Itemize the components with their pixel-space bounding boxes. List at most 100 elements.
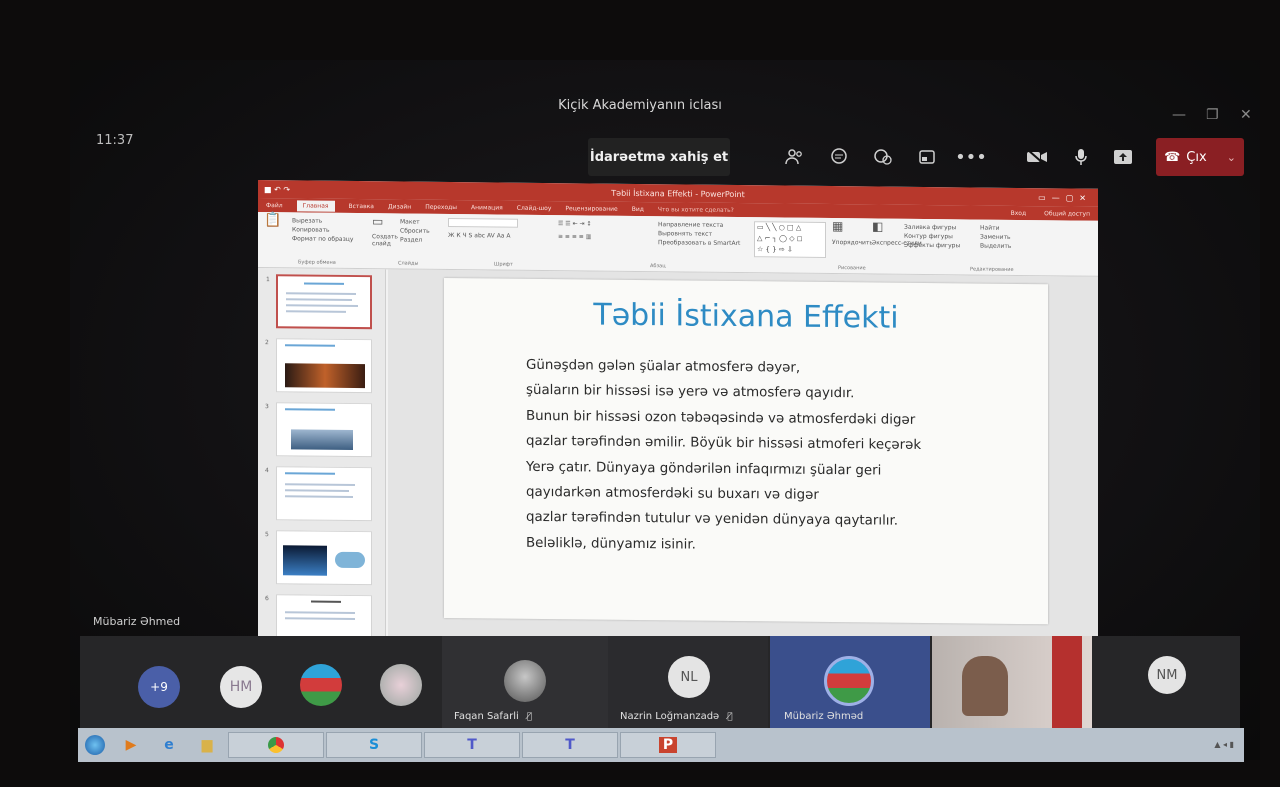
mic-off-icon: 🎙̸ [727,712,733,722]
participant-name: Faqan Safarli 🎙̸ [454,711,533,722]
slide-number: 3 [265,403,269,411]
meeting-title: Kiçik Akademiyanın iclası [558,98,722,113]
slide-editor[interactable]: Təbii İstixana Effekti Günəşdən gələn şü… [388,269,1098,647]
save-icon[interactable]: ■ ↶ ↷ [264,185,290,194]
ppt-window-controls[interactable]: ▭—▢✕ [1038,193,1092,203]
skype-taskbar-button[interactable]: S [326,732,422,758]
participant-tile[interactable]: Faqan Safarli 🎙̸ [442,636,608,728]
tab-home[interactable]: Главная [296,199,335,212]
thumb-image [335,551,365,569]
slide-thumbnail[interactable]: 4 [265,466,372,522]
slide-number: 2 [265,339,269,347]
participant-avatar[interactable]: HM [220,666,262,708]
tab-file[interactable]: Файл [266,202,283,209]
close-icon[interactable]: ✕ [1240,107,1252,123]
start-icon[interactable] [78,732,112,758]
participant-video-tile[interactable] [932,636,1092,728]
tab-transitions[interactable]: Переходы [425,203,457,210]
participant-video [962,656,1008,716]
list-buttons[interactable]: ☰ ☰ ⇤ ⇥ ↕ [558,219,591,228]
request-control-button[interactable]: İdarəetmə xahiş et [588,138,730,176]
clipboard-commands: Вырезать Копировать Формат по образцу [292,216,353,244]
explorer-icon[interactable]: ▆ [188,732,226,758]
chevron-down-icon[interactable]: ⌄ [1227,151,1236,164]
paragraph-group: ☰ ☰ ⇤ ⇥ ↕ ≡ ≡ ≡ ≡ ▥ [558,219,591,241]
replace-button[interactable]: Заменить [980,233,1011,242]
media-player-icon[interactable]: ▶ [112,732,150,758]
format-painter-button[interactable]: Формат по образцу [292,234,353,244]
participant-tile[interactable]: NL Nazrin Loğmanzadə 🎙̸ [608,636,768,728]
paste-icon[interactable]: 📋 [264,212,281,234]
restore-icon[interactable]: ❐ [1206,107,1219,123]
active-speaker-tile[interactable]: Mübariz Əhməd [770,636,930,728]
section-button[interactable]: Раздел [400,235,430,244]
tab-slideshow[interactable]: Слайд-шоу [517,204,552,211]
more-participants-badge[interactable]: +9 [138,666,180,708]
participant-photo-avatar[interactable] [380,664,422,706]
new-slide-icon: ▭ [372,214,384,229]
thumb-text-line [286,304,358,308]
drawing-group-label: Рисование [838,265,866,272]
slide-thumbnail[interactable]: 2 [265,338,372,394]
select-button[interactable]: Выделить [980,242,1011,251]
microphone-icon[interactable] [1064,138,1098,176]
people-icon[interactable] [778,138,812,176]
chrome-taskbar-button[interactable] [228,732,324,758]
smartart-button[interactable]: Преобразовать в SmartArt [658,238,740,248]
arrange-button[interactable]: ▦ Упорядочить [832,219,873,247]
slide-thumbnail[interactable]: 1 [266,274,372,330]
camera-off-icon[interactable] [1020,138,1054,176]
slide-thumbnail[interactable]: 5 [265,530,372,586]
flag-avatar[interactable] [300,664,342,706]
powerpoint-taskbar-button[interactable]: P [620,732,716,758]
find-button[interactable]: Найти [980,224,1011,233]
thumb-title-line [311,600,341,603]
teams-taskbar-button[interactable]: T [424,732,520,758]
ie-icon[interactable]: e [150,732,188,758]
skype-icon: S [368,737,380,753]
minimize-icon[interactable]: — [1172,107,1186,123]
slide-thumbnail[interactable]: 3 [265,402,372,458]
system-tray[interactable]: ▲ ◂ ▮ [1214,740,1234,750]
participant-tile[interactable]: NM [1094,636,1240,728]
thumb-text-line [286,310,346,313]
teams-icon: T [565,737,575,753]
sign-in-link[interactable]: Вход [1011,209,1027,216]
shape-effects-button[interactable]: Эффекты фигуры [904,241,960,251]
more-icon[interactable]: ••• [954,138,988,176]
share-screen-icon[interactable] [1106,138,1140,176]
leave-button[interactable]: ☎ Çıx ⌄ [1156,138,1244,176]
slide-body-text[interactable]: Günəşdən gələn şüalar atmosferə dəyər, ş… [526,353,1006,561]
layout-button[interactable]: Макет [400,217,430,226]
tell-me-search[interactable]: Что вы хотите сделать? [658,206,734,214]
font-style-buttons[interactable]: Ж К Ч S abc AV Аа A [448,231,518,241]
tab-view[interactable]: Вид [632,205,644,212]
tab-review[interactable]: Рецензирование [565,205,617,213]
ppt-window-title: Təbii İstixana Effekti - PowerPoint [611,188,745,199]
clipboard-group-label: Буфер обмена [298,259,336,266]
tab-design[interactable]: Дизайн [388,203,411,210]
teams-taskbar-button[interactable]: T [522,732,618,758]
reset-button[interactable]: Сбросить [400,226,430,235]
font-name-select[interactable] [448,217,518,228]
chat-icon[interactable] [822,138,856,176]
slide-title[interactable]: Təbii İstixana Effekti [444,296,1048,337]
participant-name: Mübariz Əhməd [784,711,864,722]
create-slide-button[interactable]: ▭ Создать слайд [372,214,398,247]
share-link[interactable]: Общий доступ [1044,210,1090,217]
reactions-icon[interactable] [866,138,900,176]
presenter-name: Mübariz Əhmed [93,615,181,628]
thumb-text-line [285,617,355,621]
thumb-text-line [285,483,355,487]
tab-animation[interactable]: Анимация [471,204,503,211]
share-tray-icon[interactable] [910,138,944,176]
tab-insert[interactable]: Вставка [349,202,374,209]
participant-video-background [1052,636,1082,728]
mic-off-icon: 🎙̸ [526,712,533,722]
participant-avatar: NL [668,656,710,698]
align-buttons[interactable]: ≡ ≡ ≡ ≡ ▥ [558,232,591,241]
thumb-image [283,545,327,576]
current-slide[interactable]: Təbii İstixana Effekti Günəşdən gələn şü… [444,277,1048,625]
shapes-gallery[interactable]: ▭ ╲ ╲ ○ □ △ △ ⌐ ┐ ◯ ◇ ◻ ☆ { } ⇨ ⇩ [754,221,826,258]
thumb-text-line [286,292,356,296]
